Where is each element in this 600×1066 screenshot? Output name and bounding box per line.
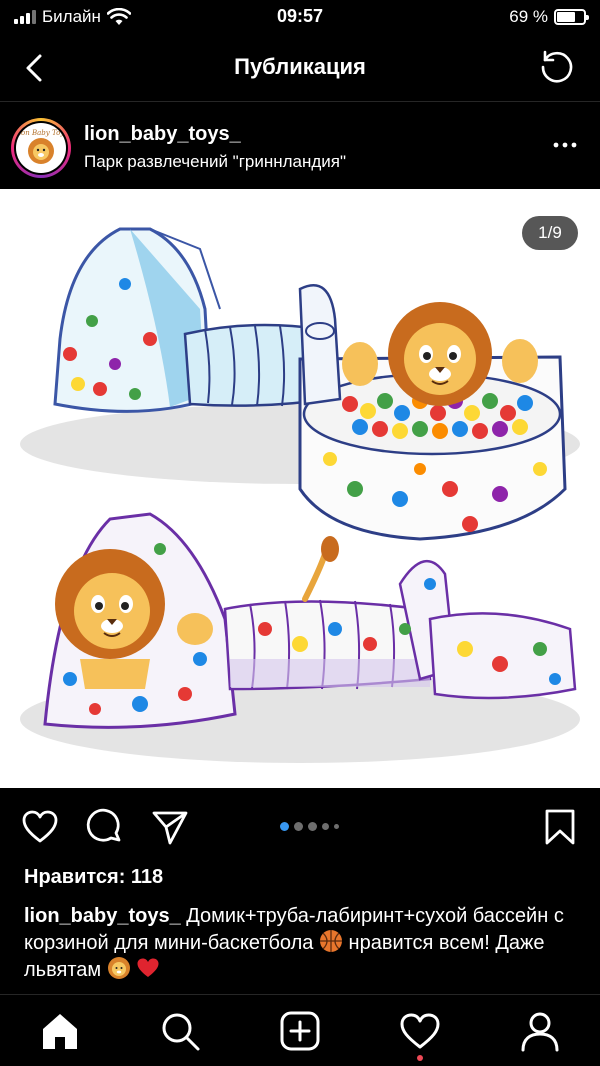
search-icon[interactable] — [158, 1009, 202, 1053]
post-caption: lion_baby_toys_ Домик+труба-лабиринт+сух… — [24, 903, 580, 983]
navigation-header: Публикация — [0, 34, 600, 102]
battery-percent: 69 % — [509, 7, 548, 26]
carousel-dot — [308, 822, 317, 831]
svg-text:Lion Baby Toys: Lion Baby Toys — [16, 129, 66, 137]
carousel-dots — [280, 822, 339, 831]
post-header: Lion Baby Toys lion_baby_toys_ Парк разв… — [0, 103, 600, 189]
battery-icon — [554, 9, 589, 25]
basketball-emoji-icon — [319, 930, 342, 952]
share-send-icon[interactable] — [150, 807, 190, 847]
red-heart-emoji-icon — [137, 958, 159, 977]
refresh-icon[interactable] — [536, 46, 578, 88]
story-ring[interactable]: Lion Baby Toys — [11, 118, 71, 178]
comment-icon[interactable] — [85, 807, 125, 847]
save-bookmark-icon[interactable] — [540, 807, 580, 847]
post-actions — [0, 788, 600, 864]
more-options-icon[interactable] — [550, 133, 580, 157]
status-bar: Билайн 09:57 69 % — [0, 0, 600, 34]
carousel-dot — [334, 824, 339, 829]
post-location[interactable]: Парк развлечений "гриннландия" — [84, 152, 346, 172]
carousel-dot — [294, 822, 303, 831]
post-photo[interactable]: 1/9 — [0, 189, 600, 788]
lion-emoji-icon — [107, 957, 130, 979]
post-username[interactable]: lion_baby_toys_ — [84, 123, 241, 146]
lion-logo-icon: Lion Baby Toys — [16, 129, 66, 164]
like-heart-icon[interactable] — [20, 807, 60, 847]
page-title: Публикация — [234, 54, 366, 79]
profile-icon[interactable] — [518, 1009, 562, 1053]
new-post-icon[interactable] — [278, 1009, 322, 1053]
avatar[interactable]: Lion Baby Toys — [16, 123, 66, 173]
likes-count[interactable]: Нравится: 118 — [24, 866, 163, 889]
activity-notification-dot — [417, 1055, 423, 1061]
home-icon[interactable] — [38, 1009, 82, 1053]
carousel-dot-active — [280, 822, 289, 831]
carousel-counter: 1/9 — [522, 216, 578, 250]
carousel-dot — [322, 823, 329, 830]
toy-tent-illustration — [20, 227, 580, 763]
caption-username[interactable]: lion_baby_toys_ — [24, 905, 181, 927]
activity-icon[interactable] — [398, 1009, 442, 1053]
bottom-tab-bar — [0, 994, 600, 1066]
